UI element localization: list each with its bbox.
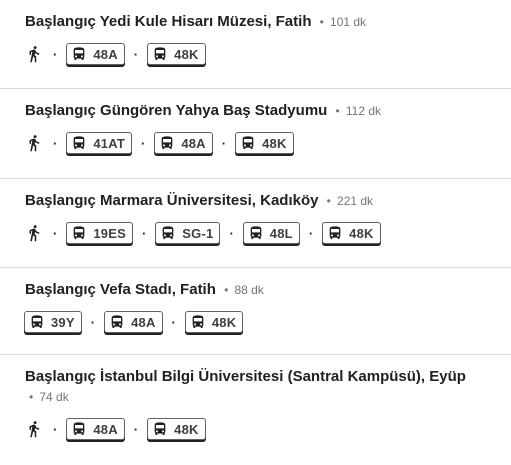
route-title-line: Başlangıç Yedi Kule Hisarı Müzesi, Fatih… — [25, 12, 511, 32]
bus-line-label: 48K — [211, 314, 237, 330]
bus-line-label: 48L — [269, 225, 293, 241]
bus-line-label: 48K — [174, 46, 199, 62]
bus-line-chip: 48A — [154, 132, 213, 154]
bus-icon — [152, 421, 168, 437]
step-separator: · — [133, 421, 139, 437]
step-separator: · — [53, 46, 58, 62]
step-separator: · — [229, 225, 234, 241]
route-title: Başlangıç Güngören Yahya Baş Stadyumu — [25, 102, 328, 119]
step-separator: · — [53, 225, 58, 241]
route-duration: 101 dk — [330, 15, 367, 29]
bus-line-label: 48K — [174, 421, 199, 437]
step-separator: · — [140, 135, 146, 151]
bus-line-label: 39Y — [51, 314, 75, 330]
route-steps: · 48A · 48K — [24, 43, 206, 65]
route-steps: 39Y · 48A · 48K — [24, 311, 244, 333]
route-steps: · 19ES · SG-1 · 48L · 48K — [24, 222, 381, 244]
route-title-line: Başlangıç İstanbul Bilgi Üniversitesi (S… — [25, 367, 511, 407]
route-duration: 112 dk — [345, 104, 382, 118]
route-title-line: Başlangıç Marmara Üniversitesi, Kadıköy … — [25, 191, 511, 211]
bus-icon — [109, 314, 125, 330]
bus-line-label: 48K — [262, 135, 287, 151]
bus-line-chip: SG-1 — [155, 222, 221, 244]
route-title: Başlangıç İstanbul Bilgi Üniversitesi (S… — [25, 368, 466, 385]
bus-line-chip: 48A — [104, 311, 163, 333]
bus-icon — [29, 314, 45, 330]
step-separator: · — [141, 225, 147, 241]
bus-line-label: 48A — [181, 135, 206, 151]
route-steps: · 41AT · 48A · 48K — [24, 132, 294, 154]
duration-separator: • — [29, 390, 34, 404]
route-option[interactable]: Başlangıç İstanbul Bilgi Üniversitesi (S… — [0, 355, 511, 465]
route-option[interactable]: Başlangıç Vefa Stadı, Fatih • 88 dk 39Y … — [0, 268, 511, 355]
bus-icon — [71, 225, 87, 241]
route-duration: 74 dk — [39, 390, 69, 404]
bus-icon — [190, 314, 206, 330]
step-separator: · — [171, 314, 176, 330]
route-option[interactable]: Başlangıç Yedi Kule Hisarı Müzesi, Fatih… — [0, 0, 511, 89]
bus-line-chip: 48K — [322, 222, 381, 244]
bus-line-chip: 39Y — [24, 311, 82, 333]
bus-line-label: 48A — [131, 314, 156, 330]
bus-line-chip: 48L — [242, 222, 300, 244]
bus-line-chip: 48K — [235, 132, 294, 154]
bus-icon — [159, 135, 175, 151]
route-option[interactable]: Başlangıç Marmara Üniversitesi, Kadıköy … — [0, 179, 511, 268]
route-duration: 88 dk — [234, 283, 264, 297]
bus-line-label: 48A — [93, 46, 118, 62]
route-option[interactable]: Başlangıç Güngören Yahya Baş Stadyumu • … — [0, 89, 511, 179]
bus-line-chip: 19ES — [66, 222, 133, 244]
step-separator: · — [308, 225, 314, 241]
bus-icon — [71, 46, 87, 62]
duration-separator: • — [319, 15, 324, 29]
route-list: Başlangıç Yedi Kule Hisarı Müzesi, Fatih… — [0, 0, 511, 465]
bus-line-chip: 48K — [147, 43, 206, 65]
bus-icon — [71, 135, 87, 151]
route-duration: 221 dk — [337, 194, 374, 208]
step-separator: · — [53, 135, 58, 151]
step-separator: · — [90, 314, 96, 330]
walk-icon — [24, 222, 44, 244]
bus-line-label: 48A — [93, 421, 118, 437]
bus-line-chip: 48A — [66, 43, 125, 65]
bus-line-label: 48K — [349, 225, 374, 241]
route-title-line: Başlangıç Güngören Yahya Baş Stadyumu • … — [25, 101, 511, 121]
step-separator: · — [133, 46, 139, 62]
walk-icon — [24, 418, 44, 440]
step-separator: · — [53, 421, 58, 437]
route-title: Başlangıç Vefa Stadı, Fatih — [25, 281, 216, 298]
duration-separator: • — [224, 283, 229, 297]
bus-icon — [240, 135, 256, 151]
bus-line-chip: 48A — [66, 418, 125, 440]
bus-line-label: SG-1 — [182, 225, 214, 241]
bus-line-label: 41AT — [93, 135, 125, 151]
bus-icon — [248, 225, 264, 241]
bus-line-chip: 41AT — [66, 132, 132, 154]
bus-line-label: 19ES — [93, 225, 126, 241]
step-separator: · — [221, 135, 227, 151]
route-title: Başlangıç Marmara Üniversitesi, Kadıköy — [25, 192, 319, 209]
route-title-line: Başlangıç Vefa Stadı, Fatih • 88 dk — [25, 280, 511, 300]
duration-separator: • — [326, 194, 331, 208]
bus-icon — [327, 225, 343, 241]
route-steps: · 48A · 48K — [24, 418, 206, 440]
route-title: Başlangıç Yedi Kule Hisarı Müzesi, Fatih — [25, 13, 312, 30]
duration-separator: • — [335, 104, 340, 118]
bus-line-chip: 48K — [147, 418, 206, 440]
walk-icon — [24, 43, 44, 65]
bus-icon — [71, 421, 87, 437]
bus-icon — [160, 225, 176, 241]
bus-icon — [152, 46, 168, 62]
walk-icon — [24, 132, 44, 154]
bus-line-chip: 48K — [184, 311, 244, 333]
